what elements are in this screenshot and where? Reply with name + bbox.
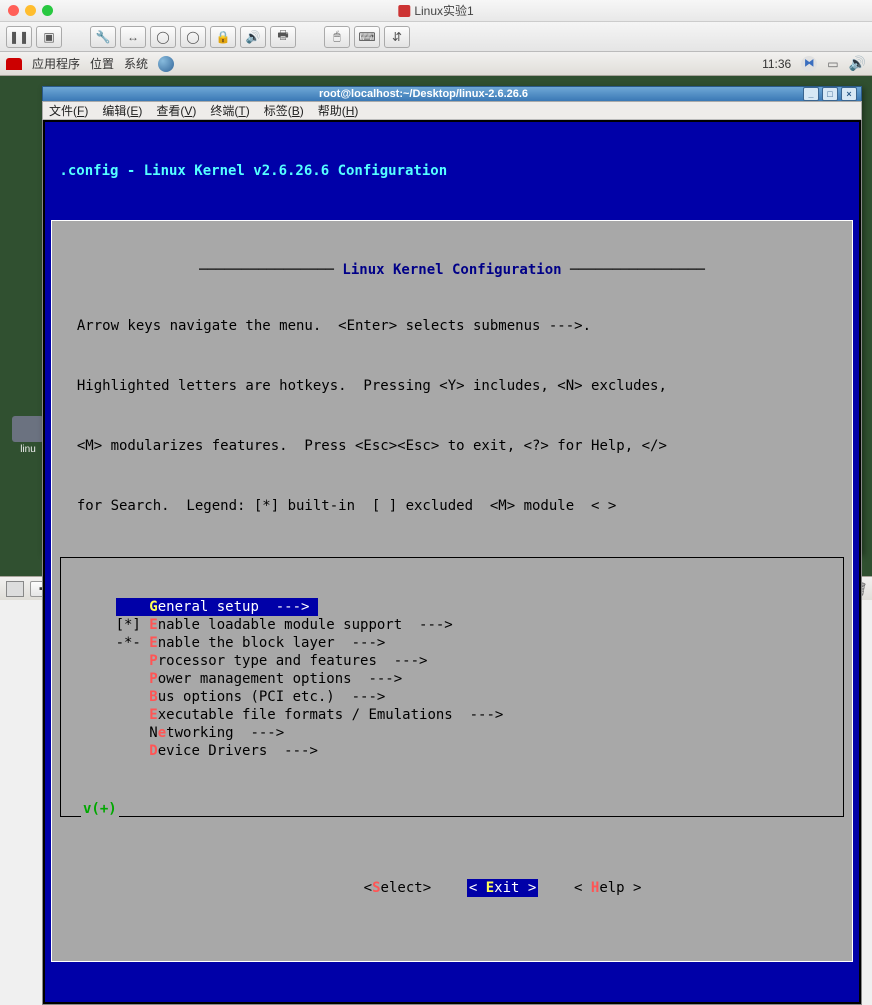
- tool-wrench-icon[interactable]: 🔧: [90, 26, 116, 48]
- menuconfig-item[interactable]: -*- Enable the block layer --->: [65, 634, 839, 652]
- menu-edit[interactable]: 编辑(E): [102, 102, 142, 119]
- tool-sound-icon[interactable]: 🔊: [240, 26, 266, 48]
- menuconfig-item[interactable]: Executable file formats / Emulations ---…: [65, 706, 839, 724]
- menu-tabs[interactable]: 标签(B): [264, 102, 304, 119]
- menu-help[interactable]: 帮助(H): [318, 102, 359, 119]
- menuconfig-box-title: ──────────────── Linux Kernel Configurat…: [60, 261, 844, 279]
- menu-places[interactable]: 位置: [90, 55, 114, 72]
- pause-button[interactable]: ❚❚: [6, 26, 32, 48]
- tool-mouse-icon[interactable]: 🖱: [324, 26, 350, 48]
- scroll-indicator: v(+): [83, 801, 117, 817]
- menu-terminal[interactable]: 终端(T): [210, 102, 249, 119]
- terminal-titlebar[interactable]: root@localhost:~/Desktop/linux-2.6.26.6 …: [42, 86, 862, 101]
- menuconfig-heading: .config - Linux Kernel v2.6.26.6 Configu…: [51, 162, 853, 180]
- select-button[interactable]: <Select>: [362, 879, 433, 897]
- tool-resize-icon[interactable]: ↔: [120, 26, 146, 48]
- minimize-button[interactable]: _: [803, 87, 819, 101]
- show-desktop-button[interactable]: [6, 581, 24, 597]
- close-button[interactable]: ×: [841, 87, 857, 101]
- maximize-button[interactable]: □: [822, 87, 838, 101]
- volume-icon[interactable]: 🔊: [849, 55, 866, 72]
- tool-keyboard-icon[interactable]: ⌨: [354, 26, 380, 48]
- vm-toolbar: ❚❚ ▣ 🔧 ↔ ◯ ◯ 🔒 🔊 🖶 🖱 ⌨ ⇵: [0, 22, 872, 52]
- help-button[interactable]: < Help >: [572, 879, 643, 897]
- menu-system[interactable]: 系统: [124, 55, 148, 72]
- help-line-1: Arrow keys navigate the menu. <Enter> se…: [60, 317, 844, 335]
- bluetooth-icon[interactable]: ⧓: [801, 56, 817, 72]
- menuconfig-item[interactable]: Power management options --->: [65, 670, 839, 688]
- help-line-4: for Search. Legend: [*] built-in [ ] exc…: [60, 497, 844, 515]
- tool-network-icon[interactable]: ⇵: [384, 26, 410, 48]
- clock[interactable]: 11:36: [762, 57, 791, 71]
- terminal-title: root@localhost:~/Desktop/linux-2.6.26.6: [47, 88, 800, 100]
- folder-icon: [12, 416, 44, 442]
- gnome-top-panel: 应用程序 位置 系统 11:36 ⧓ ▭ 🔊: [0, 52, 872, 76]
- display-icon[interactable]: ▭: [827, 57, 838, 71]
- menuconfig-list: General setup ---> [*] Enable loadable m…: [60, 557, 844, 817]
- menu-applications[interactable]: 应用程序: [32, 55, 80, 72]
- tool-printer-icon[interactable]: 🖶: [270, 26, 296, 48]
- host-title-text: Linux实验1: [414, 2, 473, 19]
- terminal-menubar: 文件(F) 编辑(E) 查看(V) 终端(T) 标签(B) 帮助(H): [42, 101, 862, 120]
- menu-view[interactable]: 查看(V): [156, 102, 196, 119]
- menuconfig-item[interactable]: Bus options (PCI etc.) --->: [65, 688, 839, 706]
- menuconfig-box: ──────────────── Linux Kernel Configurat…: [51, 220, 853, 962]
- tool-lock-icon[interactable]: 🔒: [210, 26, 236, 48]
- menuconfig-item[interactable]: [*] Enable loadable module support --->: [65, 616, 839, 634]
- tool-disk1-icon[interactable]: ◯: [150, 26, 176, 48]
- window-controls: [8, 5, 53, 16]
- menuconfig-item[interactable]: Device Drivers --->: [65, 742, 839, 760]
- tool-disk2-icon[interactable]: ◯: [180, 26, 206, 48]
- distro-icon[interactable]: [6, 58, 22, 70]
- menuconfig-item[interactable]: Processor type and features --->: [65, 652, 839, 670]
- browser-launcher-icon[interactable]: [158, 56, 174, 72]
- vm-icon: [398, 5, 410, 17]
- help-line-2: Highlighted letters are hotkeys. Pressin…: [60, 377, 844, 395]
- terminal-body: .config - Linux Kernel v2.6.26.6 Configu…: [42, 120, 862, 1005]
- menuconfig-item[interactable]: Networking --->: [65, 724, 839, 742]
- zoom-icon[interactable]: [42, 5, 53, 16]
- desktop: linu root@localhost:~/Desktop/linux-2.6.…: [0, 76, 872, 576]
- minimize-icon[interactable]: [25, 5, 36, 16]
- menuconfig-item[interactable]: General setup --->: [65, 598, 839, 616]
- menuconfig-buttons: <Select> < Exit > < Help >: [60, 861, 844, 915]
- desktop-icon-label: linu: [20, 444, 36, 455]
- menu-file[interactable]: 文件(F): [49, 102, 88, 119]
- menuconfig[interactable]: .config - Linux Kernel v2.6.26.6 Configu…: [45, 122, 859, 1002]
- host-titlebar: Linux实验1: [0, 0, 872, 22]
- terminal-window: root@localhost:~/Desktop/linux-2.6.26.6 …: [42, 86, 862, 554]
- host-window-title: Linux实验1: [398, 2, 473, 19]
- snapshot-button[interactable]: ▣: [36, 26, 62, 48]
- exit-button[interactable]: < Exit >: [467, 879, 538, 897]
- help-line-3: <M> modularizes features. Press <Esc><Es…: [60, 437, 844, 455]
- close-icon[interactable]: [8, 5, 19, 16]
